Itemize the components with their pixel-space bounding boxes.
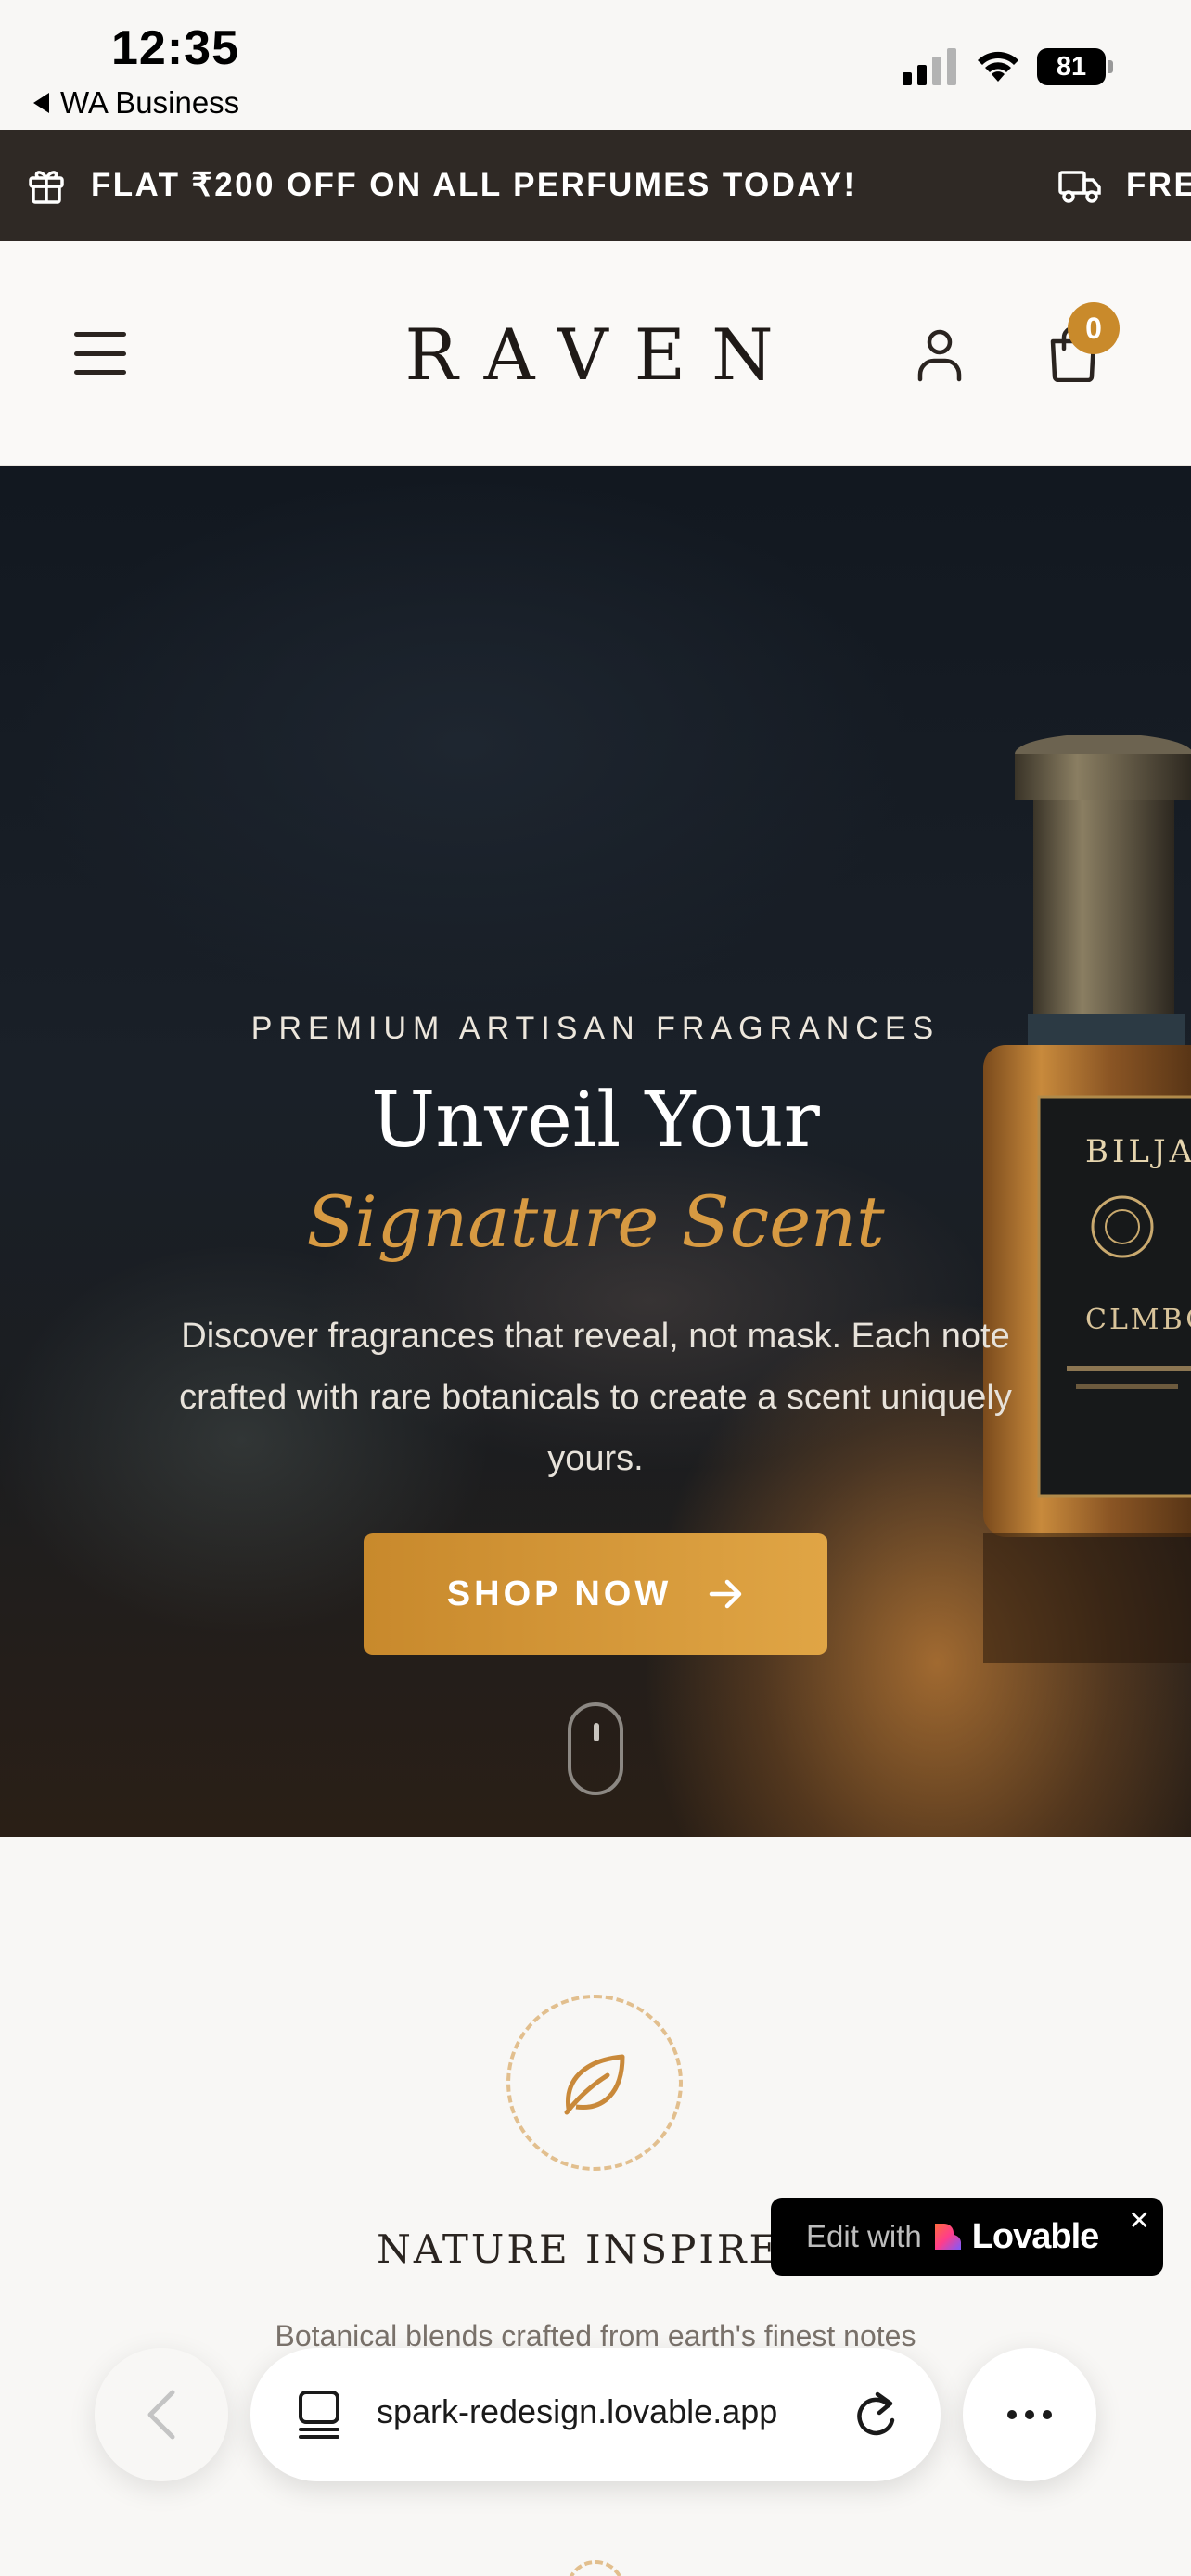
url-text: spark-redesign.lovable.app — [377, 2392, 778, 2430]
shop-now-button[interactable]: SHOP NOW — [364, 1533, 827, 1655]
truck-icon — [1058, 171, 1101, 203]
more-dot — [1007, 2410, 1017, 2419]
tabs-icon[interactable] — [295, 2389, 345, 2441]
signal-icon — [903, 48, 956, 85]
edit-with-lovable-badge[interactable]: Edit with Lovable ✕ — [771, 2198, 1163, 2276]
menu-icon[interactable] — [74, 332, 126, 375]
close-icon[interactable]: ✕ — [1129, 2205, 1150, 2236]
lovable-brand: Lovable — [971, 2216, 1100, 2256]
hero-section: BILJA CLMBO PREMIUM ARTISAN FRAGRANCES U… — [0, 466, 1191, 1837]
more-options-button[interactable] — [963, 2348, 1096, 2481]
hero-title: Unveil Your — [371, 1077, 820, 1165]
promo-banner: FLAT ₹200 OFF ON ALL PERFUMES TODAY! FRE — [0, 130, 1191, 241]
arrow-right-icon — [709, 1579, 742, 1609]
more-dot — [1025, 2410, 1034, 2419]
back-app-label: WA Business — [60, 85, 240, 120]
battery-level: 81 — [1037, 48, 1106, 85]
brand-logo[interactable]: RAVEN — [394, 308, 784, 401]
feature-icon-circle — [506, 1995, 683, 2171]
reload-icon[interactable] — [852, 2389, 900, 2441]
site-header: RAVEN 0 — [0, 241, 1191, 466]
hero-content: PREMIUM ARTISAN FRAGRANCES Unveil Your S… — [0, 466, 1191, 1837]
browser-back-button[interactable] — [95, 2348, 228, 2481]
hero-title-accent: Signature Scent — [306, 1180, 885, 1263]
lovable-edit-label: Edit with — [806, 2219, 922, 2253]
shop-now-label: SHOP NOW — [446, 1574, 672, 1613]
page: 12:35 WA Business 81 FLAT ₹200 OFF ON AL… — [0, 0, 1191, 2576]
promo-item: FRE — [1057, 130, 1191, 241]
back-to-app-link[interactable]: WA Business — [33, 85, 239, 121]
scroll-dot — [594, 1723, 599, 1741]
promo-text: FLAT ₹200 OFF ON ALL PERFUMES TODAY! — [91, 167, 857, 203]
battery-icon: 81 — [1037, 48, 1113, 85]
status-time: 12:35 — [111, 21, 239, 75]
scroll-down-indicator[interactable] — [568, 1702, 623, 1795]
battery-cap — [1108, 60, 1113, 73]
back-triangle-icon — [33, 93, 49, 113]
gift-icon — [29, 171, 64, 204]
cart-count-badge: 0 — [1068, 302, 1120, 354]
leaf-icon — [564, 2054, 625, 2115]
more-dot — [1043, 2410, 1052, 2419]
lovable-heart-icon — [934, 2224, 961, 2250]
hero-eyebrow: PREMIUM ARTISAN FRAGRANCES — [250, 1011, 941, 1046]
address-bar[interactable]: spark-redesign.lovable.app — [250, 2348, 941, 2481]
promo-text: FRE — [1126, 167, 1191, 203]
hero-description: Discover fragrances that reveal, not mas… — [179, 1317, 1012, 1478]
status-bar: 12:35 WA Business 81 — [0, 0, 1191, 130]
next-feature-icon-circle — [566, 2560, 625, 2576]
user-icon[interactable] — [916, 326, 963, 382]
promo-item: FLAT ₹200 OFF ON ALL PERFUMES TODAY! — [26, 130, 857, 241]
chevron-left-icon — [147, 2390, 175, 2440]
wifi-icon — [978, 51, 1018, 82]
